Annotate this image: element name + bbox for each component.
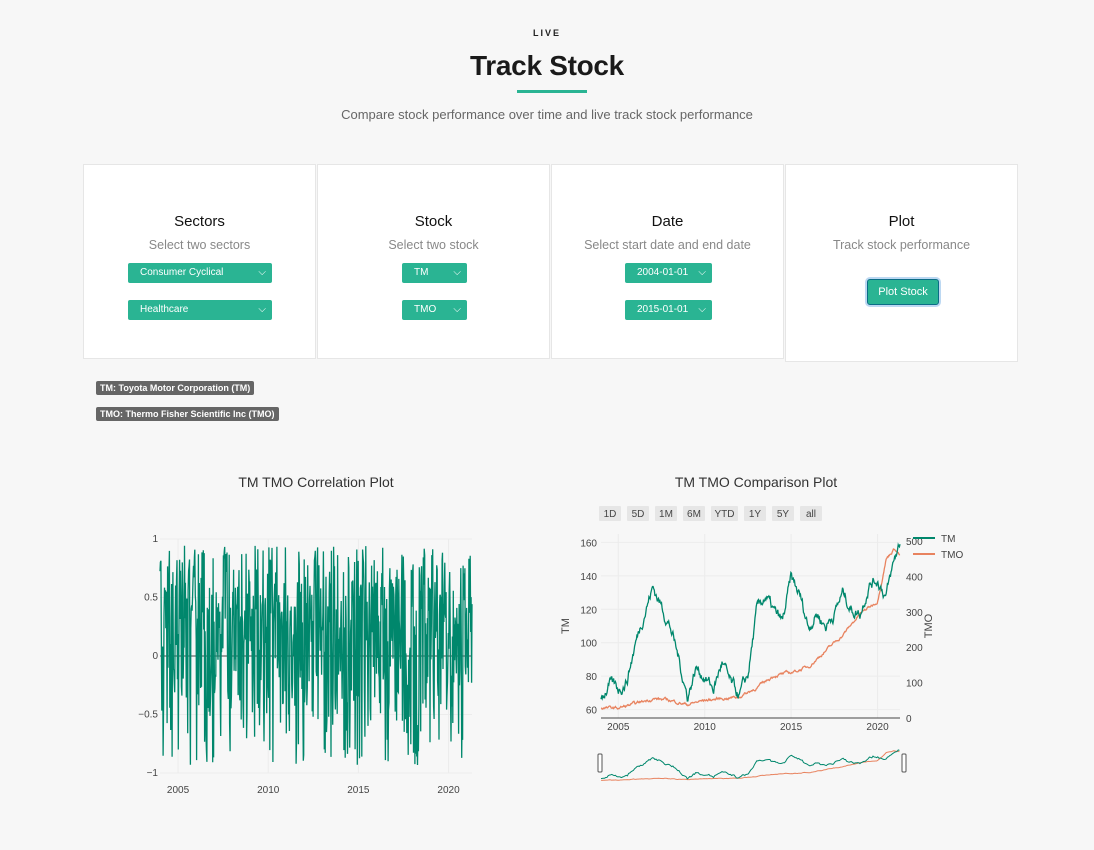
correlation-chart-title: TM TMO Correlation Plot <box>238 474 394 490</box>
chevron-down-icon: ⌵ <box>258 304 266 315</box>
y-tick-label: 80 <box>586 672 598 683</box>
y-tick-label: 140 <box>580 572 597 583</box>
chevron-down-icon: ⌵ <box>698 267 706 278</box>
correlation-chart[interactable]: 2005 2010 2015 2020 1 0.5 0 −0.5 −1 <box>130 525 490 805</box>
sector-select-2[interactable]: Healthcare ⌵ <box>128 300 272 320</box>
range-slider-left-handle[interactable] <box>597 753 603 773</box>
end-date-select[interactable]: 2015-01-01 ⌵ <box>625 300 712 320</box>
y-tick-label: −0.5 <box>138 710 158 721</box>
range-button-label: 1M <box>659 509 673 520</box>
y-axis-title: TM <box>560 618 572 634</box>
legend-item-tmo[interactable]: TMO <box>913 550 963 561</box>
sector-select-1[interactable]: Consumer Cyclical ⌵ <box>128 263 272 283</box>
date-panel: Date Select start date and end date 2004… <box>551 164 784 359</box>
legend-label: TM <box>941 534 955 545</box>
y2-tick-label: 100 <box>906 679 923 690</box>
tmo-series-line <box>600 548 901 711</box>
y2-tick-label: 0 <box>906 714 912 725</box>
page-title: Track Stock <box>470 50 624 81</box>
x-tick-label: 2015 <box>347 785 370 796</box>
comparison-chart[interactable]: 1D 5D 1M 6M YTD 1Y 5Y all 2005 2010 2015 2020 160 140… <box>555 500 975 800</box>
y-tick-label: 60 <box>586 706 598 717</box>
y-tick-label: 160 <box>580 538 597 549</box>
x-tick-label: 2005 <box>607 722 630 733</box>
date-hint: Select start date and end date <box>584 238 751 252</box>
sectors-title: Sectors <box>174 213 225 230</box>
y-tick-label: 0 <box>152 651 158 662</box>
stock-title: Stock <box>414 213 453 230</box>
sector-select-2-value: Healthcare <box>140 304 189 315</box>
y-tick-label: −1 <box>147 768 159 779</box>
chevron-down-icon: ⌵ <box>453 267 461 278</box>
x-tick-label: 2015 <box>780 722 803 733</box>
range-slider-right-handle[interactable] <box>901 753 907 773</box>
plot-stock-button[interactable]: Plot Stock <box>867 279 939 305</box>
legend-label: TMO <box>941 550 963 561</box>
sector-select-1-value: Consumer Cyclical <box>140 267 224 278</box>
stock-select-2-value: TMO <box>414 304 437 315</box>
stock-hint: Select two stock <box>388 238 479 252</box>
range-button-5d[interactable]: 5D <box>627 506 649 521</box>
tmo-badge: TMO: Thermo Fisher Scientific Inc (TMO) <box>96 407 279 421</box>
stock-select-1-value: TM <box>414 267 429 278</box>
range-button-label: YTD <box>715 509 735 520</box>
end-date-value: 2015-01-01 <box>637 304 689 315</box>
eyebrow-label: LIVE <box>532 28 561 38</box>
range-button-label: 5D <box>632 509 645 520</box>
range-button-label: all <box>806 509 816 520</box>
y-tick-label: 0.5 <box>144 593 158 604</box>
range-button-label: 5Y <box>777 509 790 520</box>
range-button-all[interactable]: all <box>800 506 822 521</box>
title-underline <box>517 90 587 93</box>
range-button-6m[interactable]: 6M <box>683 506 705 521</box>
start-date-value: 2004-01-01 <box>637 267 689 278</box>
y2-tick-label: 400 <box>906 572 923 583</box>
stock-select-2[interactable]: TMO ⌵ <box>402 300 467 320</box>
y-tick-label: 1 <box>152 534 158 545</box>
correlation-series-line <box>159 545 473 766</box>
x-tick-label: 2020 <box>866 722 889 733</box>
y2-axis-title: TMO <box>923 613 935 638</box>
range-button-5y[interactable]: 5Y <box>772 506 794 521</box>
page-subtitle: Compare stock performance over time and … <box>341 107 753 122</box>
y2-tick-label: 300 <box>906 608 923 619</box>
plot-title: Plot <box>888 213 915 230</box>
y-tick-label: 120 <box>580 605 597 616</box>
stock-select-1[interactable]: TM ⌵ <box>402 263 467 283</box>
x-tick-label: 2005 <box>167 785 190 796</box>
chevron-down-icon: ⌵ <box>698 304 706 315</box>
sectors-panel: Sectors Select two sectors Consumer Cycl… <box>83 164 316 359</box>
x-tick-label: 2010 <box>257 785 280 796</box>
range-button-label: 1D <box>604 509 617 520</box>
range-button-1m[interactable]: 1M <box>655 506 677 521</box>
date-title: Date <box>651 213 684 230</box>
chevron-down-icon: ⌵ <box>258 267 266 278</box>
range-button-1d[interactable]: 1D <box>599 506 621 521</box>
y2-tick-label: 200 <box>906 643 923 654</box>
plot-panel: Plot Track stock performance Plot Stock <box>785 164 1018 362</box>
range-button-ytd[interactable]: YTD <box>711 506 738 521</box>
start-date-select[interactable]: 2004-01-01 ⌵ <box>625 263 712 283</box>
plot-hint: Track stock performance <box>832 238 971 252</box>
range-button-label: 6M <box>687 509 701 520</box>
range-slider-tmo-line <box>600 750 900 781</box>
x-tick-label: 2020 <box>437 785 460 796</box>
tm-badge: TM: Toyota Motor Corporation (TM) <box>96 381 255 395</box>
stock-panel: Stock Select two stock TM ⌵ TMO ⌵ <box>317 164 550 359</box>
comparison-chart-title: TM TMO Comparison Plot <box>674 474 838 490</box>
y-tick-label: 100 <box>580 639 597 650</box>
x-tick-label: 2010 <box>694 722 717 733</box>
sectors-hint: Select two sectors <box>148 238 251 252</box>
tm-series-line <box>600 542 901 702</box>
control-panels: Sectors Select two sectors Consumer Cycl… <box>83 164 1019 362</box>
chevron-down-icon: ⌵ <box>453 304 461 315</box>
range-button-1y[interactable]: 1Y <box>744 506 766 521</box>
range-button-label: 1Y <box>749 509 762 520</box>
